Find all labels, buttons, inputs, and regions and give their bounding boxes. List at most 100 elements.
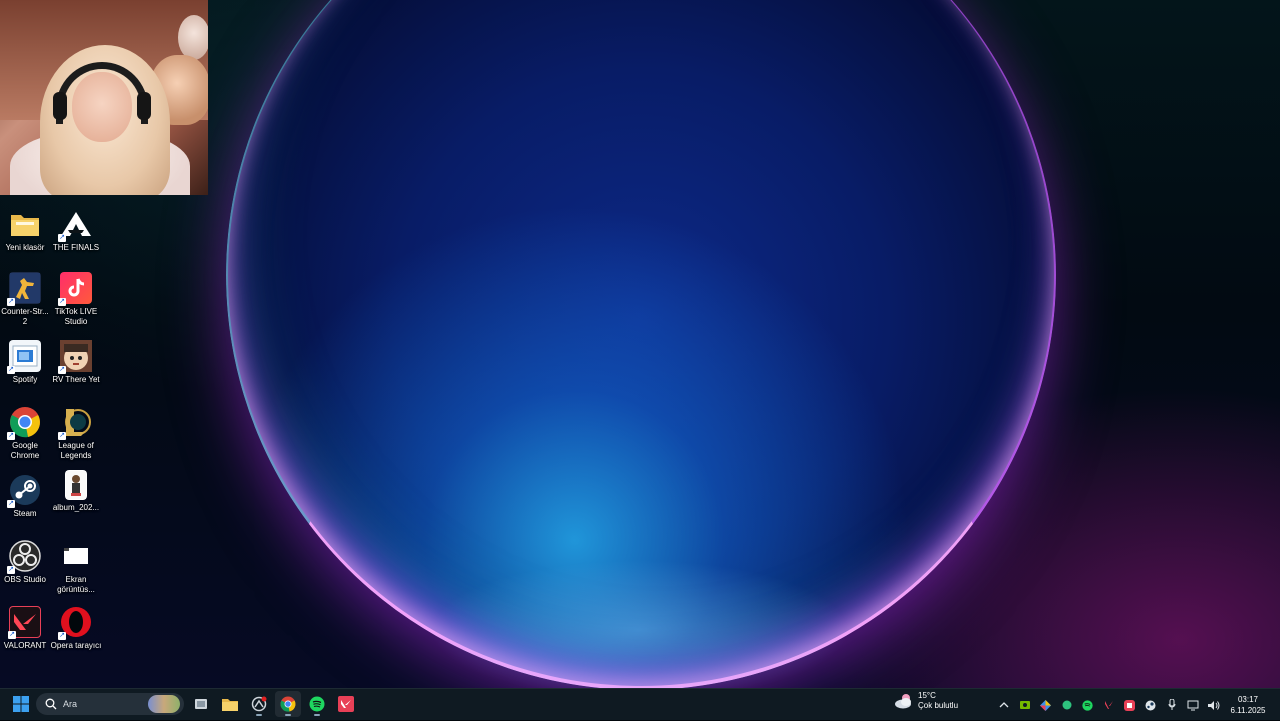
tray-steam[interactable]: [1140, 689, 1161, 721]
the-finals-icon: ↗: [58, 208, 92, 242]
desktop-icon-label: Spotify: [12, 375, 38, 384]
desktop-icon-label: OBS Studio: [4, 575, 46, 584]
shortcut-arrow-icon: ↗: [58, 632, 66, 640]
spotify-icon: [309, 696, 325, 712]
desktop-icon-the-finals[interactable]: ↗ THE FINALS: [51, 208, 101, 253]
league-of-legends-icon: ↗: [58, 406, 92, 440]
taskbar-valorant[interactable]: [333, 691, 359, 717]
file-explorer-icon: [222, 698, 238, 711]
tray-green-circle[interactable]: [1056, 689, 1077, 721]
clock-time: 03:17: [1237, 695, 1259, 704]
shortcut-arrow-icon: ↗: [7, 366, 15, 374]
search-highlight-image: [148, 695, 180, 713]
steam-icon: ↗: [7, 474, 41, 508]
chrome-icon: [280, 696, 296, 712]
desktop-icon-google-chrome[interactable]: ↗ Google Chrome: [0, 406, 50, 461]
desktop-icon-counter-strike[interactable]: ↗ Counter-Str... 2: [0, 272, 50, 327]
running-indicator: [314, 714, 320, 716]
microphone-icon: [1168, 699, 1175, 710]
taskbar-spotify[interactable]: [304, 691, 330, 717]
app-icon: [251, 696, 267, 712]
obs-icon: ↗: [7, 540, 41, 574]
image-file-icon: [65, 470, 87, 500]
tray-microphone[interactable]: [1161, 689, 1182, 721]
nvidia-icon: [1019, 701, 1030, 709]
screenshot-file-icon: [60, 540, 92, 572]
rv-there-yet-icon: ↗: [58, 340, 92, 374]
tray-app-colorful[interactable]: [1035, 689, 1056, 721]
taskbar-chrome[interactable]: [275, 691, 301, 717]
tiktok-live-icon: ↗: [58, 272, 92, 306]
tray-spotify[interactable]: [1077, 689, 1098, 721]
status-circle-icon: [1062, 700, 1071, 710]
tray-valorant[interactable]: [1098, 689, 1119, 721]
wallpaper-glow: [430, 560, 850, 688]
task-view-button[interactable]: [188, 691, 214, 717]
system-tray: 03:17 6.11.2025: [993, 689, 1280, 721]
shortcut-arrow-icon: ↗: [58, 234, 66, 242]
desktop-icon-tiktok-live[interactable]: ↗ TikTok LIVE Studio: [51, 272, 101, 327]
webcam-headphone-right: [137, 92, 151, 120]
weather-temperature: 15°C: [918, 691, 936, 700]
steam-icon: [1145, 700, 1156, 710]
desktop-icon-new-folder[interactable]: Yeni klasör: [0, 208, 50, 253]
desktop-icon-valorant[interactable]: ↗ VALORANT: [0, 606, 50, 651]
webcam-overlay: [0, 0, 208, 195]
desktop-icon-spotify[interactable]: ↗ Spotify: [0, 340, 50, 385]
desktop-icon-label: Ekran görüntüs...: [57, 575, 95, 594]
desktop-icon-steam[interactable]: ↗ Steam: [0, 474, 50, 519]
taskbar: Ara 15°C Çok bulutlu 03:17 6.11.2025: [0, 688, 1280, 720]
tray-volume[interactable]: [1203, 689, 1224, 721]
opera-icon: ↗: [58, 606, 92, 640]
counter-strike-icon: ↗: [7, 272, 41, 306]
desktop-icon-label: Yeni klasör: [5, 243, 45, 252]
clock-date: 6.11.2025: [1230, 706, 1266, 715]
desktop-icon-label: League of Legends: [58, 441, 94, 460]
taskbar-weather-widget[interactable]: 15°C Çok bulutlu: [894, 691, 958, 711]
taskbar-app[interactable]: [246, 691, 272, 717]
desktop-icon-screenshot[interactable]: Ekran görüntüs...: [51, 540, 101, 595]
desktop-icon-opera[interactable]: ↗ Opera tarayıcı: [51, 606, 101, 651]
weather-condition: Çok bulutlu: [918, 701, 959, 710]
desktop-icon-label: Steam: [13, 509, 37, 518]
network-icon: [1187, 700, 1198, 710]
shortcut-arrow-icon: ↗: [7, 432, 15, 440]
desktop-icon-label: album_202...: [52, 503, 100, 512]
webcam-plush-toy: [178, 15, 208, 60]
shortcut-arrow-icon: ↗: [58, 298, 66, 306]
colorful-app-icon: [1040, 699, 1051, 711]
spotify-shortcut-icon: ↗: [7, 340, 41, 374]
desktop-icon-obs-studio[interactable]: ↗ OBS Studio: [0, 540, 50, 585]
desktop-icon-label: Google Chrome: [10, 441, 40, 460]
desktop-icon-album-image[interactable]: album_202...: [51, 470, 101, 513]
valorant-icon: [338, 696, 354, 712]
desktop-icon-label: TikTok LIVE Studio: [54, 307, 98, 326]
desktop-icon-rv-there-yet[interactable]: ↗ RV There Yet: [51, 340, 101, 385]
shortcut-arrow-icon: ↗: [7, 500, 15, 508]
spotify-icon: [1082, 699, 1093, 711]
start-button[interactable]: [8, 691, 34, 717]
cloudy-weather-icon: [895, 694, 911, 709]
desktop-icon-league-of-legends[interactable]: ↗ League of Legends: [51, 406, 101, 461]
running-indicator: [285, 714, 291, 716]
desktop-icon-label: THE FINALS: [52, 243, 100, 252]
valorant-icon: [1104, 701, 1113, 709]
volume-icon: [1208, 700, 1220, 710]
taskbar-search-box[interactable]: Ara: [36, 693, 184, 715]
shortcut-arrow-icon: ↗: [58, 366, 66, 374]
shortcut-arrow-icon: ↗: [7, 298, 15, 306]
taskbar-clock[interactable]: 03:17 6.11.2025: [1224, 694, 1272, 716]
shortcut-arrow-icon: ↗: [7, 566, 15, 574]
tray-network[interactable]: [1182, 689, 1203, 721]
desktop-icon-label: VALORANT: [3, 641, 47, 650]
taskbar-file-explorer[interactable]: [217, 691, 243, 717]
desktop-icon-label: RV There Yet: [52, 375, 100, 384]
folder-icon: [9, 208, 41, 240]
tray-red-app[interactable]: [1119, 689, 1140, 721]
tray-overflow-button[interactable]: [993, 689, 1014, 721]
task-view-icon: [195, 699, 207, 709]
tray-nvidia[interactable]: [1014, 689, 1035, 721]
shortcut-arrow-icon: ↗: [8, 631, 16, 639]
start-icon: [13, 696, 29, 712]
search-icon: [45, 698, 57, 710]
